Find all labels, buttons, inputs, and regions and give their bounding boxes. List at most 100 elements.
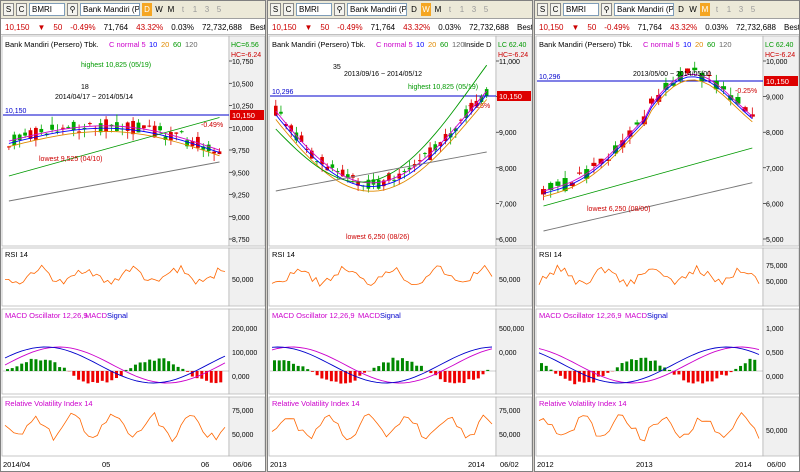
ma-period: 20 (695, 40, 703, 49)
macd-macd: MACD (85, 311, 108, 320)
price-tick-label: 10,750 (232, 59, 254, 66)
macd-histogram-bar (58, 367, 62, 371)
macd-histogram-bar (625, 361, 629, 371)
pane-rsi (1, 247, 230, 307)
macd-histogram-bar (306, 369, 310, 371)
macd-histogram-bar (457, 371, 461, 383)
chart-panel-monthly[interactable]: S C BMRI ⚲ Bank Mandiri (P D W M t 1 3 5… (534, 0, 800, 472)
macd-tick-label: 0,500 (766, 350, 784, 357)
pane-macd (535, 308, 764, 395)
rsi-label: RSI 14 (539, 250, 562, 259)
pane-macd (1, 308, 230, 395)
macd-histogram-bar (448, 371, 452, 383)
candle-body (71, 121, 76, 131)
rvi-tick-label: 50,000 (499, 432, 521, 439)
candle-body (376, 179, 381, 189)
price-tag: 10,150 (766, 77, 789, 86)
price-tick-label: 7,000 (499, 201, 517, 208)
ma-period: 10 (149, 40, 157, 49)
candle-body (179, 131, 184, 133)
chart-panel-weekly[interactable]: S C BMRI ⚲ Bank Mandiri (P D W M t 1 3 5… (267, 0, 533, 472)
note-low: lowest 9,525 (04/10) (39, 156, 102, 163)
macd-histogram-bar (415, 365, 419, 371)
macd-histogram-bar (167, 361, 171, 371)
rsi-label: RSI 14 (272, 250, 295, 259)
note-range: 2014/04/17 ~ 2014/05/14 (55, 94, 133, 101)
axis-price (762, 35, 799, 247)
price-tick-label: 10,250 (232, 104, 254, 111)
candle-body (98, 123, 103, 133)
side-pct: -0.49% (201, 122, 223, 129)
price-tick-label: 5,000 (766, 237, 784, 244)
macd-histogram-bar (39, 360, 43, 371)
macd-macd: MACD (358, 311, 381, 320)
x-axis-label: 06/06 (233, 460, 252, 469)
macd-histogram-bar (573, 371, 577, 385)
chart-panel-daily[interactable]: S C BMRI ⚲ Bank Mandiri (P D W M t 1 3 5… (0, 0, 266, 472)
macd-histogram-bar (325, 371, 329, 380)
axis-price (495, 35, 532, 247)
macd-histogram-bar (462, 371, 466, 384)
macd-histogram-bar (334, 371, 338, 382)
axis-rvi (762, 396, 799, 457)
macd-histogram-bar (710, 371, 714, 382)
price-tick-label: 6,000 (766, 201, 784, 208)
x-axis-label: 2012 (537, 460, 554, 469)
price-tick-label: 7,000 (766, 166, 784, 173)
lc-label: HC=-6.24 (765, 52, 795, 59)
macd-histogram-bar (563, 371, 567, 379)
macd-histogram-bar (214, 371, 218, 384)
rsi-tick-label: 75,000 (766, 263, 788, 270)
chart-canvas[interactable]: Bank Mandiri (Persero) Tbk. C normal 5 10 2… (1, 1, 266, 472)
note-range: 2013/05/00 ~ 2014/05/00 (633, 71, 711, 78)
price-tick-label: 10,500 (232, 81, 254, 88)
macd-histogram-bar (615, 367, 619, 371)
ma-label: C normal 5 (376, 40, 413, 49)
macd-histogram-bar (152, 360, 156, 371)
rvi-tick-label: 75,000 (499, 408, 521, 415)
price-tick-label: 8,000 (499, 166, 517, 173)
macd-histogram-bar (734, 368, 738, 371)
macd-histogram-bar (6, 369, 9, 371)
macd-histogram-bar (96, 371, 100, 383)
macd-histogram-bar (396, 360, 400, 371)
candle-body (61, 127, 65, 129)
macd-tick-label: 100,000 (232, 350, 257, 357)
macd-histogram-bar (386, 362, 390, 371)
ma-period: 10 (683, 40, 691, 49)
macd-histogram-bar (429, 371, 433, 374)
macd-histogram-bar (339, 371, 343, 384)
price-tick-label: 11,000 (499, 59, 520, 66)
candle-body (423, 153, 427, 155)
ma-period: 60 (707, 40, 715, 49)
candle-body (174, 132, 179, 134)
macd-histogram-bar (320, 371, 324, 379)
price-tick-label: 9,000 (232, 215, 250, 222)
chart-canvas[interactable]: Bank Mandiri (Persero) Tbk. C normal 5 10 2… (268, 1, 533, 472)
note-high: highest 10,825 (05/19) (81, 62, 151, 69)
macd-histogram-bar (105, 371, 109, 383)
lc-label: HC=-6.24 (498, 52, 528, 59)
macd-histogram-bar (219, 371, 223, 383)
macd-histogram-bar (620, 363, 624, 371)
macd-histogram-bar (476, 371, 480, 379)
x-axis-label: 2014 (468, 460, 485, 469)
macd-histogram-bar (472, 371, 476, 380)
x-axis-label: 2014 (735, 460, 752, 469)
hc-label: LC 62.40 (498, 42, 527, 49)
ma-period: 60 (440, 40, 448, 49)
macd-histogram-bar (81, 371, 85, 382)
macd-histogram-bar (148, 359, 152, 371)
ma-period: 120 (185, 40, 198, 49)
macd-histogram-bar (282, 360, 286, 371)
x-axis-label: 2014/04 (3, 460, 30, 469)
rvi-tick-label: 50,000 (766, 428, 788, 435)
macd-histogram-bar (554, 371, 558, 374)
macd-histogram-bar (443, 371, 447, 382)
ma-period: 20 (161, 40, 169, 49)
candle-body (591, 162, 597, 166)
macd-histogram-bar (582, 371, 586, 383)
chart-canvas[interactable]: Bank Mandiri (Persero) Tbk. C normal 5 10 2… (535, 1, 800, 472)
price-tick-label: 6,000 (499, 237, 517, 244)
macd-histogram-bar (363, 371, 367, 373)
